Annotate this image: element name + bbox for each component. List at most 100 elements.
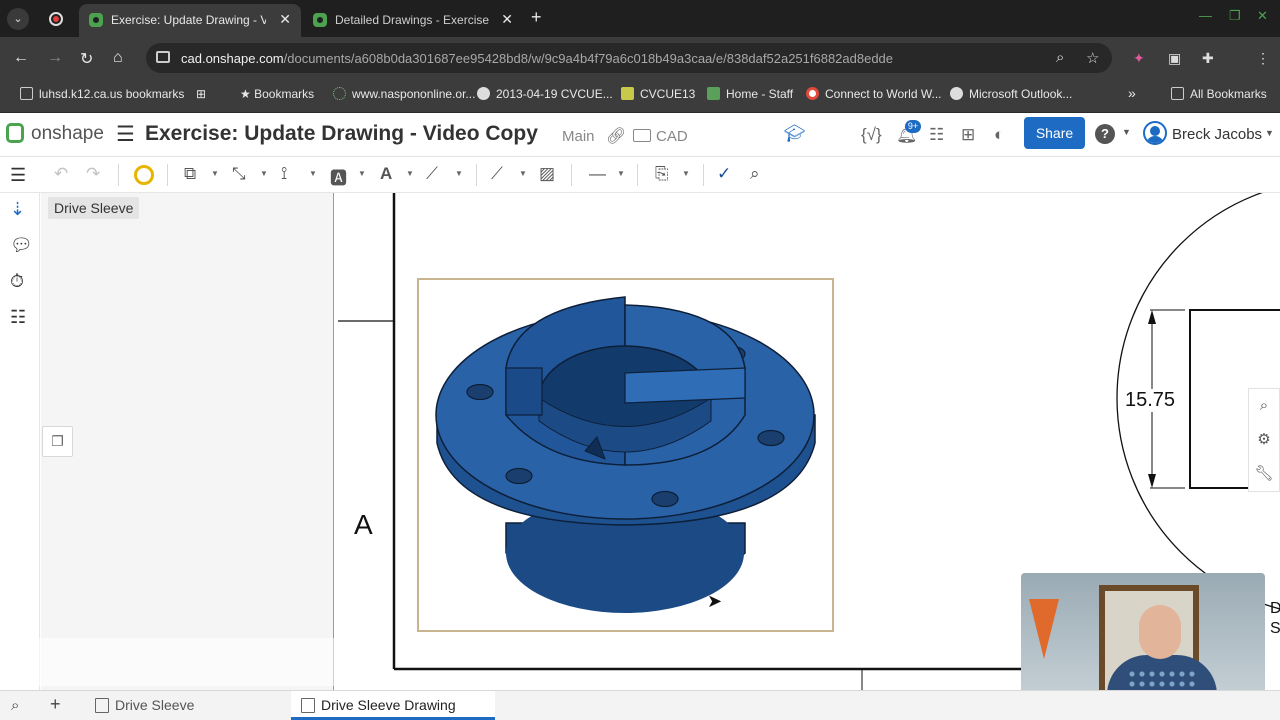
- line-style-icon[interactable]: —: [589, 164, 606, 184]
- zoom-view-icon[interactable]: ⌕: [1249, 389, 1279, 423]
- globe-icon: [950, 87, 963, 100]
- menu-icon[interactable]: ☰: [116, 122, 135, 147]
- page-icon: [707, 87, 720, 100]
- search-tabs-icon[interactable]: ⌕: [11, 697, 19, 714]
- bookmark-connect-world[interactable]: Connect to World W...: [806, 87, 942, 101]
- dropdown-arrow-icon[interactable]: ▼: [309, 169, 317, 178]
- bookmark-bookmarks[interactable]: ★ Bookmarks: [240, 87, 314, 101]
- document-title[interactable]: Exercise: Update Drawing - Video Copy: [145, 122, 538, 146]
- bookmark-outlook[interactable]: Microsoft Outlook...: [950, 87, 1072, 101]
- apps-grid-icon[interactable]: ⊞: [196, 87, 206, 101]
- tab-drive-sleeve-drawing[interactable]: Drive Sleeve Drawing: [291, 691, 495, 720]
- extension-icon[interactable]: ✦: [1133, 50, 1145, 67]
- url-text[interactable]: cad.onshape.com/documents/a608b0da301687…: [181, 51, 893, 66]
- onshape-logo-icon[interactable]: [6, 123, 24, 143]
- undo-icon[interactable]: ↶: [54, 164, 68, 184]
- webcam-presenter-head: [1139, 605, 1181, 659]
- text-icon[interactable]: A: [380, 164, 392, 184]
- recording-icon[interactable]: [49, 12, 63, 26]
- extension-k-icon[interactable]: ▣: [1168, 50, 1181, 67]
- zone-label-a: A: [354, 509, 373, 540]
- dropdown-arrow-icon[interactable]: ▼: [260, 169, 268, 178]
- bookmark-cvcue13[interactable]: CVCUE13: [621, 87, 695, 101]
- folder-name[interactable]: CAD: [656, 128, 688, 145]
- learning-center-icon[interactable]: 🎓︎: [784, 124, 806, 144]
- insert-view-icon[interactable]: ⧉: [184, 164, 196, 184]
- zoom-icon[interactable]: ⌕: [1056, 49, 1064, 66]
- bookmark-cvcue-2013[interactable]: 2013-04-19 CVCUE...: [477, 87, 613, 101]
- workspace-branch[interactable]: Main: [562, 128, 595, 145]
- bottom-tab-bar: ⌕ + Drive Sleeve Drive Sleeve Drawing: [0, 690, 1280, 720]
- extensions-puzzle-icon[interactable]: ✚: [1202, 50, 1214, 67]
- help-icon[interactable]: ?: [1095, 124, 1115, 144]
- forward-icon[interactable]: →: [47, 49, 63, 67]
- note-icon[interactable]: 🅰︎: [330, 164, 347, 189]
- restore-window-icon[interactable]: ❐: [1229, 8, 1241, 24]
- tab-drive-sleeve[interactable]: Drive Sleeve: [93, 691, 286, 720]
- view-tools-panel: ⌕ ⚙ 🔧︎: [1248, 388, 1280, 492]
- update-drawing-icon[interactable]: [134, 165, 154, 185]
- history-icon[interactable]: ⏱︎: [10, 271, 24, 292]
- share-button[interactable]: Share: [1024, 117, 1085, 149]
- all-bookmarks[interactable]: All Bookmarks: [1171, 87, 1267, 101]
- export-icon[interactable]: ⎘: [655, 164, 669, 184]
- hole-table-icon[interactable]: ⟟: [281, 164, 287, 184]
- back-icon[interactable]: ←: [13, 49, 29, 67]
- panel-title[interactable]: Drive Sleeve: [48, 197, 140, 219]
- hatch-icon[interactable]: ▨: [539, 164, 555, 184]
- inspect-icon[interactable]: ⌕: [750, 164, 760, 184]
- user-avatar[interactable]: [1143, 121, 1167, 145]
- dimension-value[interactable]: 15.75: [1125, 389, 1176, 412]
- centerline-icon[interactable]: ⟋: [426, 164, 438, 184]
- close-tab-icon[interactable]: ✕: [501, 11, 513, 28]
- properties-icon[interactable]: ☷: [10, 307, 26, 328]
- redo-icon[interactable]: ↷: [86, 164, 100, 184]
- add-tab-icon[interactable]: +: [50, 694, 61, 715]
- close-window-icon[interactable]: ✕: [1257, 8, 1268, 24]
- tab-search-chevron-icon[interactable]: ⌄: [7, 8, 29, 30]
- onshape-logo-text[interactable]: onshape: [31, 123, 104, 145]
- help-dropdown-icon[interactable]: ▼: [1122, 127, 1131, 137]
- check-drawing-icon[interactable]: ✓: [717, 164, 731, 184]
- link-icon[interactable]: 🔗︎: [606, 126, 626, 146]
- bookmark-home-staff[interactable]: Home - Staff: [707, 87, 793, 101]
- reload-icon[interactable]: ↻: [80, 49, 93, 69]
- close-tab-icon[interactable]: ✕: [279, 11, 291, 28]
- render-studio-icon[interactable]: ◐: [994, 125, 1004, 145]
- dimension-icon[interactable]: ⤡: [232, 164, 246, 184]
- drawing-toolbar: ↶ ↷ ⧉ ▼ ⤡ ▼ ⟟ ▼ 🅰︎ ▼ A ▼ ⟋ ▼ ⟋ ▼ ▨ — ▼ ⎘…: [0, 157, 1280, 193]
- dropdown-arrow-icon[interactable]: ▼: [617, 169, 625, 178]
- dropdown-arrow-icon[interactable]: ▼: [211, 169, 219, 178]
- stack-icon[interactable]: ❐: [42, 426, 73, 457]
- site-info-icon[interactable]: [156, 51, 170, 63]
- dropdown-arrow-icon[interactable]: ▼: [455, 169, 463, 178]
- dropdown-arrow-icon[interactable]: ▼: [406, 169, 414, 178]
- folder-icon[interactable]: [633, 129, 651, 142]
- dropdown-arrow-icon[interactable]: ▼: [358, 169, 366, 178]
- app-store-icon[interactable]: ⊞: [961, 125, 975, 145]
- minimize-window-icon[interactable]: —: [1199, 8, 1212, 23]
- wrench-icon[interactable]: 🔧︎: [1249, 457, 1279, 491]
- variables-icon[interactable]: {√}: [861, 125, 882, 145]
- user-menu-dropdown-icon[interactable]: ▼: [1265, 128, 1274, 138]
- dropdown-arrow-icon[interactable]: ▼: [519, 169, 527, 178]
- bookmark-luhsd[interactable]: luhsd.k12.ca.us bookmarks: [20, 87, 184, 101]
- feature-list-icon[interactable]: ☰: [10, 165, 26, 186]
- more-bookmarks-icon[interactable]: »: [1128, 85, 1136, 101]
- browser-menu-icon[interactable]: ⋮: [1256, 50, 1270, 67]
- home-icon[interactable]: ⌂: [113, 49, 123, 67]
- bookmark-star-icon[interactable]: ☆: [1086, 49, 1099, 67]
- settings-icon[interactable]: ⚙: [1249, 423, 1279, 457]
- checklist-icon[interactable]: ☷: [929, 125, 944, 145]
- browser-tab-detailed-drawings[interactable]: Detailed Drawings - Exercise: U ✕: [303, 4, 523, 37]
- browser-tab-exercise[interactable]: Exercise: Update Drawing - Vid ✕: [79, 4, 301, 37]
- new-tab-button[interactable]: +: [531, 7, 542, 28]
- line-icon[interactable]: ⟋: [491, 164, 503, 184]
- address-bar[interactable]: cad.onshape.com/documents/a608b0da301687…: [146, 43, 1112, 73]
- insert-icon[interactable]: ⇣: [10, 199, 25, 220]
- dropdown-arrow-icon[interactable]: ▼: [682, 169, 690, 178]
- bookmark-naspononline[interactable]: www.naspononline.or...: [333, 87, 475, 101]
- folder-icon: [1171, 87, 1184, 100]
- comments-icon[interactable]: 💬︎: [10, 235, 33, 256]
- user-name[interactable]: Breck Jacobs: [1172, 126, 1262, 143]
